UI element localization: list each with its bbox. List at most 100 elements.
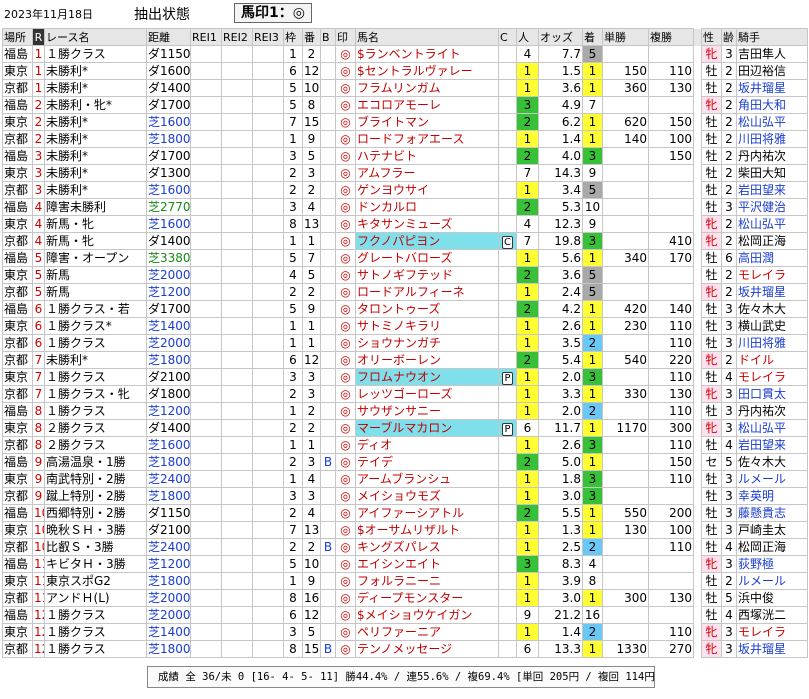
table-row[interactable]: 福島 9 高湯温泉・1勝 芝1800 2 3 B ◎ テイデ 2 5.0 1 1… <box>2 453 808 471</box>
table-row[interactable]: 福島 11 キビタＨ・3勝 芝1200 5 10 ◎ エイシンエイト 3 8.3… <box>2 555 808 573</box>
cell-odds: 1.5 <box>538 62 583 80</box>
table-row[interactable]: 東京 7 １勝クラス ダ2100 3 3 ◎ フロムナウオン P 1 2.0 3… <box>2 368 808 386</box>
cell-b <box>320 572 336 590</box>
table-row[interactable]: 福島 1 １勝クラス ダ1150 1 2 ◎ $ランベントライト 4 7.7 5… <box>2 45 808 63</box>
cell-waku: 8 <box>283 589 303 607</box>
summary-bar: 成績 全 36/未 0 [16- 4- 5- 11] 勝44.4% / 連55.… <box>147 666 655 688</box>
table-row[interactable]: 福島 3 未勝利* ダ1700 3 5 ◎ ハテナビト 2 4.0 3 150 … <box>2 147 808 165</box>
cell-odds: 2.0 <box>538 402 583 420</box>
table-row[interactable]: 福島 5 障害・オープン 芝3380 5 7 ◎ グレートバローズ 1 5.6 … <box>2 249 808 267</box>
table-row[interactable]: 京都 5 新馬 芝1200 2 2 ◎ ロードアルフィーネ 1 2.4 5 牝 … <box>2 283 808 301</box>
table-row[interactable]: 京都 7 １勝クラス・牝 ダ1800 2 3 ◎ レッツゴーローズ 1 3.3 … <box>2 385 808 403</box>
col-header-odds[interactable]: オッズ <box>538 28 583 46</box>
table-row[interactable]: 京都 7 未勝利* 芝1800 6 12 ◎ オリーボーレン 2 5.4 1 5… <box>2 351 808 369</box>
table-row[interactable]: 福島 4 障害未勝利 芝2770 3 4 ◎ ドンカルロ 2 5.3 10 牡 … <box>2 198 808 216</box>
cell-win-payout <box>602 96 649 114</box>
table-row[interactable]: 東京 3 未勝利* ダ1300 2 3 ◎ アムフラー 7 14.3 9 牡 2… <box>2 164 808 182</box>
table-row[interactable]: 東京 12 １勝クラス 芝1400 3 5 ◎ ペリファーニア 1 1.4 2 … <box>2 623 808 641</box>
col-header-uma[interactable]: 番 <box>302 28 321 46</box>
cell-c <box>498 538 517 556</box>
cell-odds: 1.8 <box>538 470 583 488</box>
cell-uma: 3 <box>302 368 321 386</box>
cell-popularity: 2 <box>516 198 539 216</box>
cell-waku: 1 <box>283 436 303 454</box>
cell-jockey: モレイラ <box>736 368 808 386</box>
col-header-mark[interactable]: 印 <box>335 28 356 46</box>
cell-ba: 京都 <box>2 385 33 403</box>
col-header-race[interactable]: レース名 <box>44 28 147 46</box>
cell-rei1 <box>190 283 222 301</box>
col-header-r[interactable]: R <box>32 28 45 46</box>
col-header-waku[interactable]: 枠 <box>283 28 303 46</box>
cell-horse-name: フラムリンガム <box>355 79 499 97</box>
filter-indicator[interactable]: 馬印1：◎ <box>234 3 312 23</box>
col-header-sex[interactable]: 性 <box>701 28 722 46</box>
col-header-pop[interactable]: 人 <box>516 28 539 46</box>
table-row[interactable]: 東京 6 １勝クラス* 芝1400 1 1 ◎ サトミノキラリ 1 2.6 1 … <box>2 317 808 335</box>
table-row[interactable]: 東京 8 ２勝クラス ダ1400 2 2 ◎ マーブルマカロン P 6 11.7… <box>2 419 808 437</box>
col-header-rei1[interactable]: REI1 <box>190 28 222 46</box>
col-header-c[interactable]: C <box>498 28 517 46</box>
cell-rei2 <box>221 283 253 301</box>
col-header-horse[interactable]: 馬名 <box>355 28 499 46</box>
table-row[interactable]: 東京 1 未勝利* ダ1600 6 12 ◎ $セントラルヴァレー 1 1.5 … <box>2 62 808 80</box>
cell-finish: 3 <box>582 436 603 454</box>
cell-rei3 <box>252 249 284 267</box>
table-row[interactable]: 京都 11 アンドＨ(L) 芝2000 8 16 ◎ ディープモンスター 1 3… <box>2 589 808 607</box>
cell-place-payout <box>648 164 694 182</box>
cell-win-payout: 230 <box>602 317 649 335</box>
col-header-age[interactable]: 齢 <box>721 28 737 46</box>
col-header-plc[interactable]: 複勝 <box>648 28 694 46</box>
table-row[interactable]: 東京 9 南武特別・2勝 芝2400 1 4 ◎ アームブランシュ 1 1.8 … <box>2 470 808 488</box>
col-header-rei3[interactable]: REI3 <box>252 28 284 46</box>
table-row[interactable]: 福島 10 西郷特別・2勝 ダ1150 2 4 ◎ アイファーシアトル 2 5.… <box>2 504 808 522</box>
cell-race-name: キビタＨ・3勝 <box>44 555 147 573</box>
cell-rei3 <box>252 572 284 590</box>
col-header-b[interactable]: B <box>320 28 336 46</box>
col-header-ba[interactable]: 場所 <box>2 28 33 46</box>
table-row[interactable]: 京都 9 蹴上特別・2勝 芝1800 3 3 ◎ メイショウモズ 1 3.0 3… <box>2 487 808 505</box>
cell-sex: セ <box>701 453 722 471</box>
cell-rei3 <box>252 385 284 403</box>
table-row[interactable]: 京都 4 新馬・牝 ダ1400 1 1 ◎ フクノパピヨン C 7 19.8 3… <box>2 232 808 250</box>
table-row[interactable]: 京都 8 ２勝クラス 芝1600 1 1 ◎ ディオ 1 2.6 3 110 牡… <box>2 436 808 454</box>
cell-sex: 牡 <box>701 62 722 80</box>
table-row[interactable]: 東京 5 新馬 芝2000 4 5 ◎ サトノギフテッド 2 3.6 5 牡 2… <box>2 266 808 284</box>
cell-rei2 <box>221 130 253 148</box>
cell-race-name: １勝クラス <box>44 640 147 658</box>
cell-horse-name: サトノギフテッド <box>355 266 499 284</box>
cell-odds: 14.3 <box>538 164 583 182</box>
cell-r: 11 <box>32 589 45 607</box>
cell-waku: 3 <box>283 198 303 216</box>
cell-distance: 芝1800 <box>146 487 191 505</box>
table-row[interactable]: 福島 12 １勝クラス 芝2000 6 12 ◎ $メイショウケイガン 9 21… <box>2 606 808 624</box>
table-row[interactable]: 東京 2 未勝利* 芝1600 7 15 ◎ ブライトマン 2 6.2 1 62… <box>2 113 808 131</box>
table-row[interactable]: 福島 6 １勝クラス・若 ダ1700 5 9 ◎ タロントゥーズ 2 4.2 1… <box>2 300 808 318</box>
table-row[interactable]: 京都 10 比叡Ｓ・3勝 芝2400 2 2 B ◎ キングズパレス 1 2.5… <box>2 538 808 556</box>
cell-sex: 牝 <box>701 419 722 437</box>
table-row[interactable]: 東京 11 東京スポG2 芝1800 1 9 ◎ フォルラニーニ 1 3.9 8… <box>2 572 808 590</box>
col-header-jockey[interactable]: 騎手 <box>736 28 808 46</box>
cell-sex: 牡 <box>701 572 722 590</box>
col-header-pos[interactable]: 着 <box>582 28 603 46</box>
table-row[interactable]: 京都 12 １勝クラス 芝1800 8 15 B ◎ テンノメッセージ 6 13… <box>2 640 808 658</box>
table-row[interactable]: 京都 1 未勝利* ダ1400 5 10 ◎ フラムリンガム 1 3.6 1 3… <box>2 79 808 97</box>
table-row[interactable]: 京都 3 未勝利* 芝1600 2 2 ◎ ゲンヨウサイ 1 3.4 5 牡 2… <box>2 181 808 199</box>
table-row[interactable]: 京都 6 １勝クラス 芝2000 1 1 ◎ ショウナンガチ 1 3.5 2 1… <box>2 334 808 352</box>
table-row[interactable]: 東京 10 晩秋ＳＨ・3勝 ダ2100 7 13 ◎ $オーサムリザルト 1 1… <box>2 521 808 539</box>
cell-uma: 13 <box>302 521 321 539</box>
table-row[interactable]: 福島 8 １勝クラス 芝1200 1 2 ◎ サウザンサニー 1 2.0 2 1… <box>2 402 808 420</box>
cell-c <box>498 266 517 284</box>
table-row[interactable]: 京都 2 未勝利* 芝1800 1 9 ◎ ロードフォアエース 1 1.4 1 … <box>2 130 808 148</box>
table-row[interactable]: 東京 4 新馬・牝 芝1600 8 13 ◎ キタサンミューズ 4 12.3 9… <box>2 215 808 233</box>
cell-mark: ◎ <box>335 181 356 199</box>
col-header-win[interactable]: 単勝 <box>602 28 649 46</box>
cell-gap <box>693 589 702 607</box>
cell-b <box>320 623 336 641</box>
table-row[interactable]: 福島 2 未勝利・牝* ダ1700 5 8 ◎ エコロアモーレ 3 4.9 7 … <box>2 96 808 114</box>
cell-c <box>498 606 517 624</box>
cell-mark: ◎ <box>335 300 356 318</box>
col-header-rei2[interactable]: REI2 <box>221 28 253 46</box>
col-header-dist[interactable]: 距離 <box>146 28 191 46</box>
cell-finish: 5 <box>582 266 603 284</box>
